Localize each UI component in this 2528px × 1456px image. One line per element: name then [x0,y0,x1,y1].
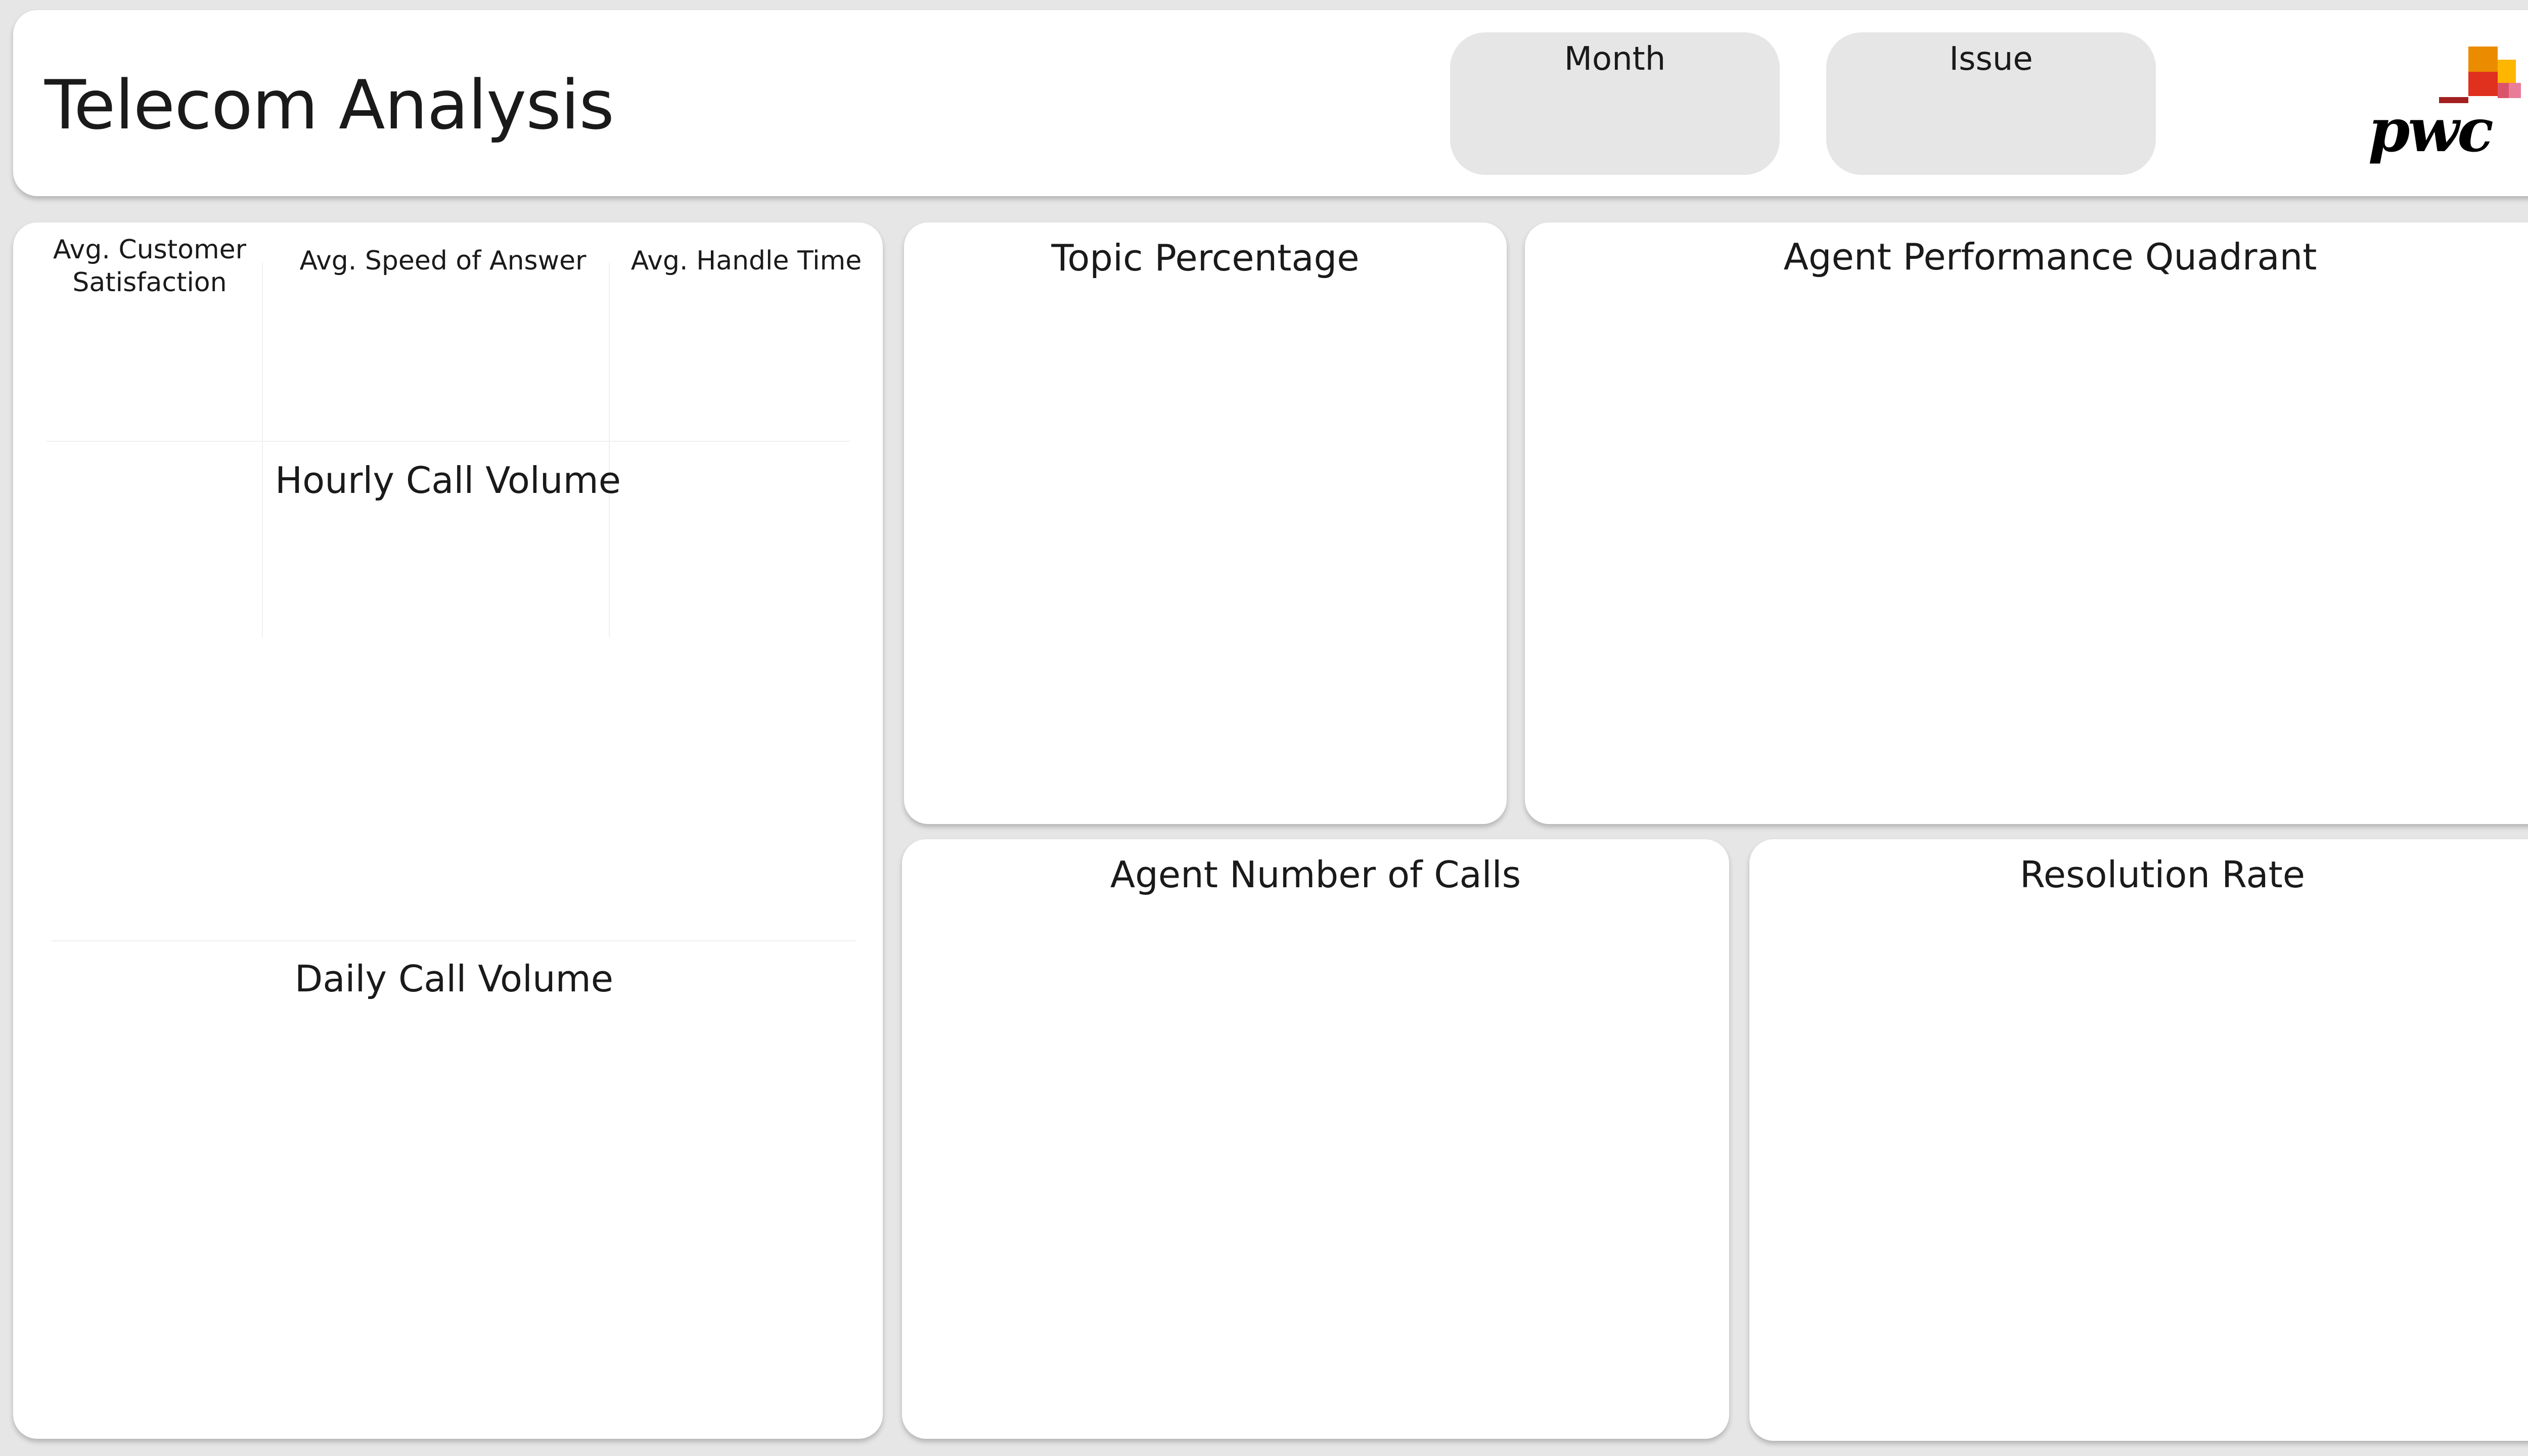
kpi-divider [262,263,263,637]
kpi-avg-speed-of-answer: Avg. Speed of Answer [299,246,586,276]
agent-performance-quadrant-panel: Agent Performance Quadrant [1525,222,2528,824]
kpi-card: Avg. Customer Satisfaction Avg. Speed of… [13,222,883,1439]
page-title: Telecom Analysis [44,66,614,145]
header-bar: Telecom Analysis Month Issue pwc [13,10,2528,196]
section-divider [47,441,850,442]
resolution-rate-title: Resolution Rate [2019,853,2306,896]
kpi-label-line2: Satisfaction [72,267,227,298]
pwc-logo: pwc [2349,34,2528,176]
issue-slicer-label: Issue [1949,40,2033,78]
topic-percentage-panel: Topic Percentage [904,222,1507,824]
resolution-rate-panel: Resolution Rate [1749,839,2528,1441]
kpi-label-line1: Avg. Customer [53,235,246,265]
agent-number-of-calls-title: Agent Number of Calls [1110,853,1521,896]
month-slicer[interactable]: Month [1450,32,1780,175]
logo-block-orange [2468,72,2498,96]
section-divider [52,940,855,941]
logo-block-light-pink [2509,83,2521,98]
logo-block-pink [2498,83,2509,98]
agent-performance-quadrant-title: Agent Performance Quadrant [1783,236,2317,278]
logo-block-amber [2468,47,2498,72]
agent-number-of-calls-panel: Agent Number of Calls [902,839,1729,1439]
topic-percentage-title: Topic Percentage [1051,237,1360,279]
issue-slicer[interactable]: Issue [1826,32,2156,175]
kpi-avg-handle-time: Avg. Handle Time [630,246,862,276]
logo-text: pwc [2368,95,2494,165]
month-slicer-label: Month [1564,40,1666,78]
kpi-avg-customer-satisfaction: Avg. Customer Satisfaction [33,234,266,299]
hourly-call-volume-title: Hourly Call Volume [275,459,621,502]
daily-call-volume-title: Daily Call Volume [294,958,614,1000]
kpi-divider [609,263,610,637]
